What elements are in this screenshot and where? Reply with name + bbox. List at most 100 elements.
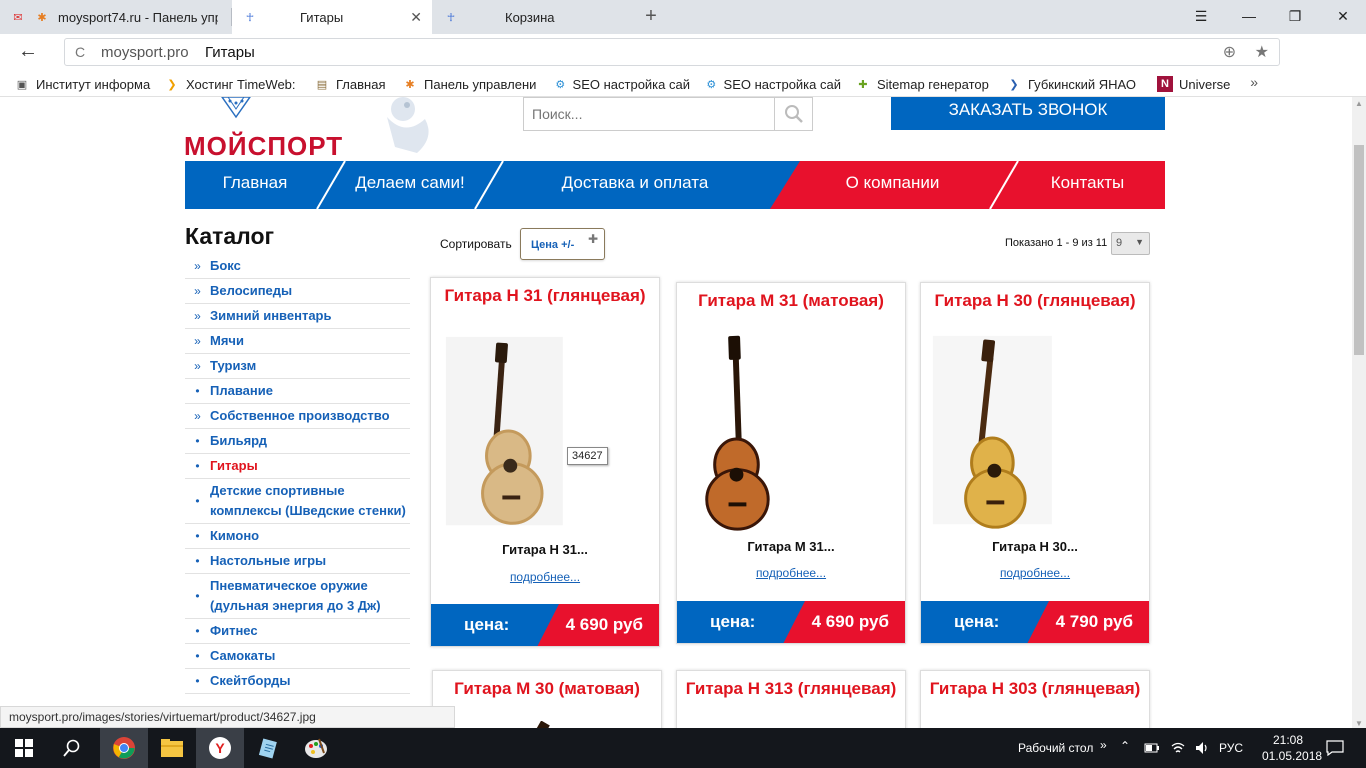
nav-about[interactable]: О компании bbox=[800, 161, 985, 209]
catalog-item-scooters[interactable]: • Самокаты bbox=[185, 644, 410, 669]
bookmark-item[interactable]: ⚙ SEO настройка сай bbox=[705, 76, 841, 92]
catalog-item-billiards[interactable]: • Бильярд bbox=[185, 429, 410, 454]
bullet-icon: • bbox=[195, 384, 200, 398]
taskbar-chrome[interactable] bbox=[100, 728, 148, 768]
restore-icon[interactable]: ❐ bbox=[1272, 0, 1318, 34]
search-button[interactable] bbox=[48, 728, 96, 768]
bookmark-star-icon[interactable]: ★ bbox=[1255, 44, 1269, 61]
nav-contacts[interactable]: Контакты bbox=[1015, 161, 1160, 209]
product-title[interactable]: Гитара Н 303 (глянцевая) bbox=[921, 679, 1149, 699]
tab-guitars[interactable]: ☥ Гитары ✕ bbox=[232, 0, 432, 34]
search-input[interactable] bbox=[524, 98, 774, 130]
close-window-icon[interactable]: ✕ bbox=[1320, 0, 1366, 34]
tray-up-icon[interactable]: ⌃ bbox=[1120, 739, 1130, 753]
per-page-select[interactable]: 9 ▼ bbox=[1111, 232, 1150, 255]
catalog-item-swimming[interactable]: • Плавание bbox=[185, 379, 410, 404]
translate-icon[interactable]: ⊕ bbox=[1223, 44, 1236, 61]
scroll-thumb[interactable] bbox=[1354, 145, 1364, 355]
bookmarks-bar: ▣ Институт информа ❯ Хостинг TimeWeb: ▤ Гла… bbox=[0, 70, 1366, 97]
windows-icon bbox=[15, 739, 33, 757]
product-title[interactable]: Гитара Н 313 (глянцевая) bbox=[677, 679, 905, 699]
new-tab-icon[interactable]: + bbox=[638, 4, 664, 30]
catalog-item-fitness[interactable]: • Фитнес bbox=[185, 619, 410, 644]
catalog-item-kids-complexes[interactable]: • Детские спортивные комплексы (Шведские … bbox=[185, 479, 410, 524]
reload-icon[interactable]: C bbox=[75, 44, 85, 60]
nav-delivery[interactable]: Доставка и оплата bbox=[515, 161, 755, 209]
tab-cart[interactable]: ☥ Корзина bbox=[433, 0, 633, 34]
svg-text:Y: Y bbox=[215, 740, 225, 756]
nav-home[interactable]: Главная bbox=[185, 161, 325, 209]
details-link[interactable]: подробнее... bbox=[921, 566, 1149, 580]
catalog-item-box[interactable]: » Бокс bbox=[185, 254, 410, 279]
page-scrollbar[interactable]: ▲ ▼ bbox=[1352, 97, 1366, 730]
product-card[interactable]: Гитара Н 313 (глянцевая) bbox=[676, 670, 906, 730]
scroll-up-icon[interactable]: ▲ bbox=[1355, 99, 1363, 108]
search-button[interactable] bbox=[774, 98, 812, 130]
battery-icon[interactable] bbox=[1144, 742, 1160, 754]
bullet-icon: • bbox=[195, 529, 200, 543]
catalog-item-air-guns[interactable]: • Пневматическое оружие (дульная энергия … bbox=[185, 574, 410, 619]
url-field[interactable]: C moysport.pro Гитары ⊕ ★ bbox=[64, 38, 1280, 66]
bullet-icon: • bbox=[195, 554, 200, 568]
desktop-chevron-icon[interactable]: » bbox=[1100, 738, 1107, 752]
guitar-image[interactable] bbox=[431, 336, 659, 536]
product-card[interactable]: Гитара М 30 (матовая) bbox=[432, 670, 662, 730]
product-card[interactable]: Гитара Н 30 (глянцевая) Гитара Н 30... п… bbox=[920, 282, 1150, 644]
taskbar-notes[interactable] bbox=[244, 728, 292, 768]
sort-price-button[interactable]: Цена +/- ✚ bbox=[520, 228, 605, 260]
taskbar-yandex-browser[interactable]: Y bbox=[196, 728, 244, 768]
catalog-item-guitars[interactable]: • Гитары bbox=[185, 454, 410, 479]
minimize-icon[interactable]: — bbox=[1226, 0, 1272, 34]
main-nav: Главная Делаем сами! Доставка и оплата О… bbox=[185, 161, 1165, 209]
language-indicator[interactable]: РУС bbox=[1219, 741, 1243, 755]
catalog-item-skateboards[interactable]: • Скейтборды bbox=[185, 669, 410, 694]
wifi-icon[interactable] bbox=[1170, 740, 1186, 756]
price-bar: цена: 4 690 руб bbox=[431, 604, 659, 646]
bookmark-item[interactable]: ❯ Хостинг TimeWeb: bbox=[164, 76, 300, 92]
bookmarks-more-icon[interactable]: » bbox=[1250, 74, 1258, 90]
nav-diy[interactable]: Делаем сами! bbox=[335, 161, 485, 209]
guitar-image[interactable] bbox=[921, 335, 1149, 535]
close-tab-icon[interactable]: ✕ bbox=[410, 9, 422, 26]
product-card[interactable]: Гитара Н 31 (глянцевая) Гитара Н 31... п… bbox=[430, 277, 660, 647]
taskbar-paint[interactable] bbox=[292, 728, 340, 768]
details-link[interactable]: подробнее... bbox=[677, 566, 905, 580]
bookmark-item[interactable]: ▣ Институт информа bbox=[14, 76, 154, 92]
universe-icon: N bbox=[1157, 76, 1173, 92]
catalog-item-own-production[interactable]: » Собственное производство bbox=[185, 404, 410, 429]
order-call-button[interactable]: ЗАКАЗАТЬ ЗВОНОК bbox=[891, 97, 1165, 130]
chevron-icon: ❯ bbox=[1009, 78, 1019, 91]
bookmark-item[interactable]: ✱ Панель управлени bbox=[402, 76, 540, 92]
menu-icon[interactable]: ☰ bbox=[1178, 0, 1224, 34]
notifications-icon[interactable] bbox=[1326, 740, 1344, 756]
product-title[interactable]: Гитара М 31 (матовая) bbox=[677, 291, 905, 311]
bookmark-item[interactable]: ▤ Главная bbox=[314, 76, 394, 92]
catalog-item-kimono[interactable]: • Кимоно bbox=[185, 524, 410, 549]
volume-icon[interactable] bbox=[1194, 740, 1210, 756]
bookmark-item[interactable]: ✚ Sitemap генератор bbox=[855, 76, 991, 92]
bookmark-item[interactable]: N Universe bbox=[1157, 76, 1237, 92]
taskbar-explorer[interactable] bbox=[148, 728, 196, 768]
seo-gear-icon: ⚙ bbox=[706, 78, 717, 91]
product-card[interactable]: Гитара Н 303 (глянцевая) bbox=[920, 670, 1150, 730]
catalog-item-board-games[interactable]: • Настольные игры bbox=[185, 549, 410, 574]
price-label: цена: bbox=[464, 615, 510, 634]
scroll-down-icon[interactable]: ▼ bbox=[1355, 719, 1363, 728]
catalog-item-tourism[interactable]: » Туризм bbox=[185, 354, 410, 379]
clock[interactable]: 21:08 01.05.2018 bbox=[1262, 732, 1322, 764]
product-title[interactable]: Гитара Н 31 (глянцевая) bbox=[431, 286, 659, 306]
back-arrow-icon[interactable]: ← bbox=[18, 40, 38, 63]
bookmark-item[interactable]: ⚙ SEO настройка сай bbox=[554, 76, 690, 92]
start-button[interactable] bbox=[0, 728, 48, 768]
guitar-image[interactable] bbox=[677, 335, 905, 535]
catalog-item-bikes[interactable]: » Велосипеды bbox=[185, 279, 410, 304]
details-link[interactable]: подробнее... bbox=[431, 570, 659, 584]
bookmark-item[interactable]: ❯ Губкинский ЯНАО bbox=[1006, 76, 1142, 92]
catalog-item-balls[interactable]: » Мячи bbox=[185, 329, 410, 354]
product-title[interactable]: Гитара Н 30 (глянцевая) bbox=[921, 291, 1149, 311]
product-card[interactable]: Гитара М 31 (матовая) Гитара М 31... под… bbox=[676, 282, 906, 644]
product-title[interactable]: Гитара М 30 (матовая) bbox=[433, 679, 661, 699]
catalog-item-winter[interactable]: » Зимний инвентарь bbox=[185, 304, 410, 329]
tab-panel[interactable]: ✉ ✱ moysport74.ru - Панель упр bbox=[0, 0, 230, 34]
desktop-label[interactable]: Рабочий стол bbox=[1018, 741, 1093, 755]
